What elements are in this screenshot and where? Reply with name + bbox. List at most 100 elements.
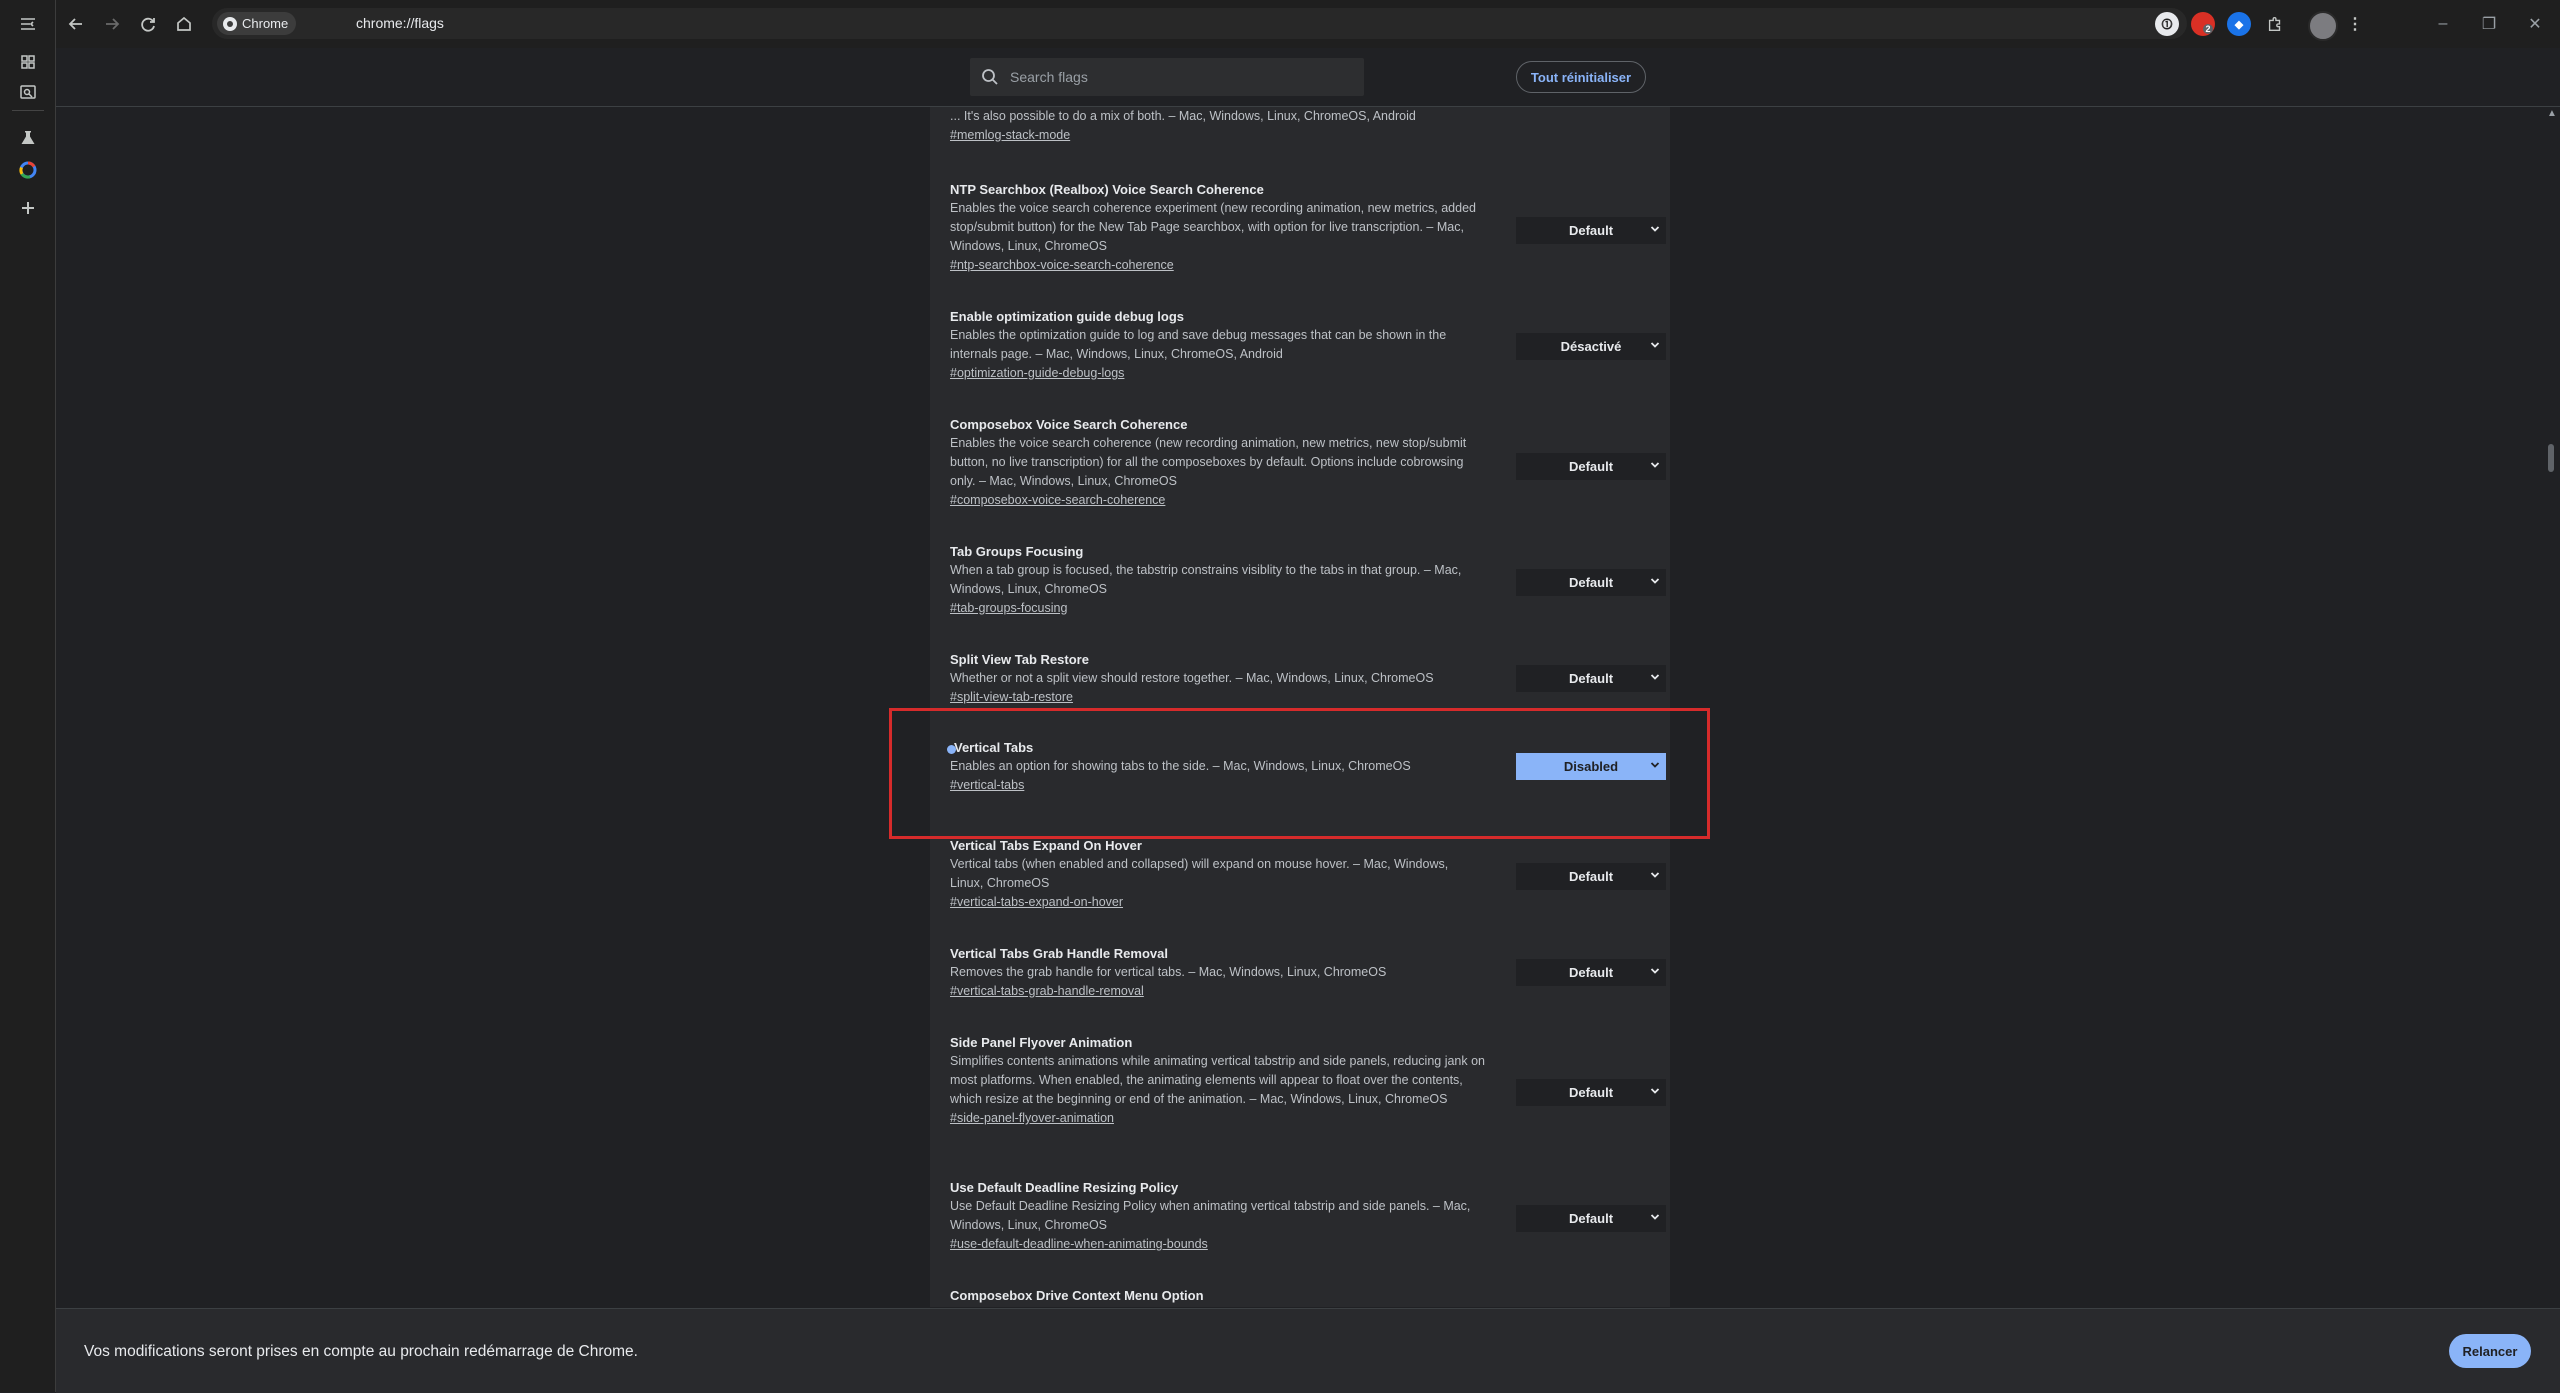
flags-list: ... It's also possible to do a mix of bo… [930, 107, 1670, 1307]
flag-description: Use Default Deadline Resizing Policy whe… [950, 1199, 1471, 1232]
site-chip-label: Chrome [242, 16, 289, 31]
flag-select[interactable]: Default [1516, 665, 1666, 692]
back-icon[interactable] [62, 10, 90, 38]
flag-description: Removes the grab handle for vertical tab… [950, 965, 1387, 979]
chevron-down-icon [1650, 1088, 1660, 1094]
flag-description: Enables the optimization guide to log an… [950, 328, 1447, 361]
flag-select[interactable]: Default [1516, 959, 1666, 986]
address-bar[interactable]: Chrome chrome://flags [212, 8, 2187, 39]
scroll-up-arrow-icon[interactable]: ▲ [2546, 108, 2558, 120]
flag-vertical-tabs-grab-handle-removal: Vertical Tabs Grab Handle Removal Remove… [950, 945, 1666, 1001]
flag-link[interactable]: #ntp-searchbox-voice-search-coherence [950, 256, 1650, 275]
flag-memlog-stack-mode: ... It's also possible to do a mix of bo… [950, 107, 1650, 145]
flag-description: Vertical tabs (when enabled and collapse… [950, 857, 1449, 890]
scrollbar-thumb[interactable] [2548, 444, 2554, 472]
chevron-down-icon [1650, 342, 1660, 348]
flag-composebox-voice-search-coherence: Composebox Voice Search Coherence Enable… [950, 416, 1666, 510]
flag-select[interactable]: Default [1516, 217, 1666, 244]
flag-name: Composebox Voice Search Coherence [950, 417, 1188, 432]
flag-select-value: Default [1568, 223, 1614, 238]
flag-link[interactable]: #tab-groups-focusing [950, 599, 1650, 618]
password-manager-extension-icon[interactable]: ⓵ [2155, 12, 2179, 36]
search-input[interactable] [1008, 68, 1352, 86]
flag-ntp-searchbox-voice-search-coherence: NTP Searchbox (Realbox) Voice Search Coh… [950, 181, 1666, 275]
flag-select-value: Default [1568, 869, 1614, 884]
flag-description: Enables an option for showing tabs to th… [950, 759, 1411, 773]
flag-name: Use Default Deadline Resizing Policy [950, 1180, 1179, 1195]
chrome-logo-icon [223, 16, 237, 31]
chevron-down-icon [1650, 578, 1660, 584]
flag-description: ... It's also possible to do a mix of bo… [950, 109, 1416, 123]
relaunch-button[interactable]: Relancer [2449, 1334, 2531, 1368]
flag-select[interactable]: Default [1516, 453, 1666, 480]
flag-select-value: Default [1568, 1211, 1614, 1226]
flag-select-value: Désactivé [1560, 339, 1622, 354]
flag-composebox-drive-context-menu-option: Composebox Drive Context Menu Option [950, 1287, 1650, 1305]
tab-search-icon[interactable] [14, 78, 42, 106]
flag-description: Simplifies contents animations while ani… [950, 1054, 1486, 1106]
flask-icon[interactable] [14, 124, 42, 152]
restart-message: Vos modifications seront prises en compt… [84, 1343, 638, 1360]
flag-select-value: Disabled [1563, 759, 1619, 774]
more-menu-icon[interactable]: ⋮ [2343, 12, 2367, 36]
flag-select[interactable]: Default [1516, 1079, 1666, 1106]
chevron-down-icon [1650, 1214, 1660, 1220]
flags-header: Tout réinitialiser [56, 48, 2560, 107]
new-tab-icon[interactable] [14, 194, 42, 222]
chevron-down-icon [1650, 674, 1660, 680]
flag-select[interactable]: Disabled [1516, 753, 1666, 780]
flag-name: Enable optimization guide debug logs [950, 309, 1184, 324]
flag-select-value: Default [1568, 671, 1614, 686]
chevron-down-icon [1650, 968, 1660, 974]
flag-select[interactable]: Default [1516, 863, 1666, 890]
extension-badge-count: 2 [2203, 24, 2213, 34]
flag-vertical-tabs-expand-on-hover: Vertical Tabs Expand On Hover Vertical t… [950, 837, 1666, 912]
flag-link[interactable]: #memlog-stack-mode [950, 126, 1650, 145]
flag-description: Whether or not a split view should resto… [950, 671, 1434, 685]
flag-description: Enables the voice search coherence exper… [950, 201, 1476, 253]
translate-extension-icon[interactable]: ◆ [2227, 12, 2251, 36]
flag-select[interactable]: Désactivé [1516, 333, 1666, 360]
flag-side-panel-flyover-animation: Side Panel Flyover Animation Simplifies … [950, 1034, 1666, 1128]
flag-name: Vertical Tabs Expand On Hover [950, 838, 1142, 853]
vertical-tab-strip [0, 0, 56, 1392]
flag-vertical-tabs: Vertical Tabs Enables an option for show… [940, 739, 1666, 795]
flag-link[interactable]: #composebox-voice-search-coherence [950, 491, 1650, 510]
flag-name: Composebox Drive Context Menu Option [950, 1288, 1204, 1303]
forward-icon[interactable] [98, 10, 126, 38]
flag-link[interactable]: #optimization-guide-debug-logs [950, 364, 1650, 383]
flag-name: Tab Groups Focusing [950, 544, 1084, 559]
collapse-tabs-icon[interactable] [14, 10, 42, 38]
flag-link[interactable]: #use-default-deadline-when-animating-bou… [950, 1235, 1650, 1254]
strip-divider [12, 110, 44, 111]
extensions-puzzle-icon[interactable] [2263, 12, 2287, 36]
url-text: chrome://flags [356, 15, 444, 31]
profile-avatar[interactable] [2308, 11, 2338, 41]
modified-indicator-dot [947, 745, 956, 754]
flag-tab-groups-focusing: Tab Groups Focusing When a tab group is … [950, 543, 1666, 618]
flag-select[interactable]: Default [1516, 569, 1666, 596]
minimize-icon[interactable]: – [2428, 10, 2458, 38]
flag-description: When a tab group is focused, the tabstri… [950, 563, 1462, 596]
chevron-down-icon [1650, 872, 1660, 878]
browser-toolbar: Chrome chrome://flags ⓵ 2 ◆ ⋮ – ❐ ✕ [56, 0, 2560, 48]
extension-with-badge-icon[interactable]: 2 [2191, 12, 2215, 36]
flag-select-value: Default [1568, 1085, 1614, 1100]
restore-icon[interactable]: ❐ [2474, 10, 2504, 38]
flag-link[interactable]: #vertical-tabs-expand-on-hover [950, 893, 1650, 912]
google-icon[interactable] [14, 156, 42, 184]
home-icon[interactable] [170, 10, 198, 38]
chevron-down-icon [1650, 226, 1660, 232]
reload-icon[interactable] [134, 10, 162, 38]
chevron-down-icon [1650, 762, 1660, 768]
close-window-icon[interactable]: ✕ [2520, 10, 2550, 38]
tab-groups-icon[interactable] [14, 48, 42, 76]
site-chip[interactable]: Chrome [217, 12, 297, 35]
chevron-down-icon [1650, 462, 1660, 468]
flag-link[interactable]: #side-panel-flyover-animation [950, 1109, 1650, 1128]
flag-select-value: Default [1568, 965, 1614, 980]
flag-select[interactable]: Default [1516, 1205, 1666, 1232]
search-box[interactable] [970, 58, 1364, 96]
relaunch-bar: Vos modifications seront prises en compt… [56, 1308, 2560, 1393]
reset-all-button[interactable]: Tout réinitialiser [1516, 61, 1646, 93]
